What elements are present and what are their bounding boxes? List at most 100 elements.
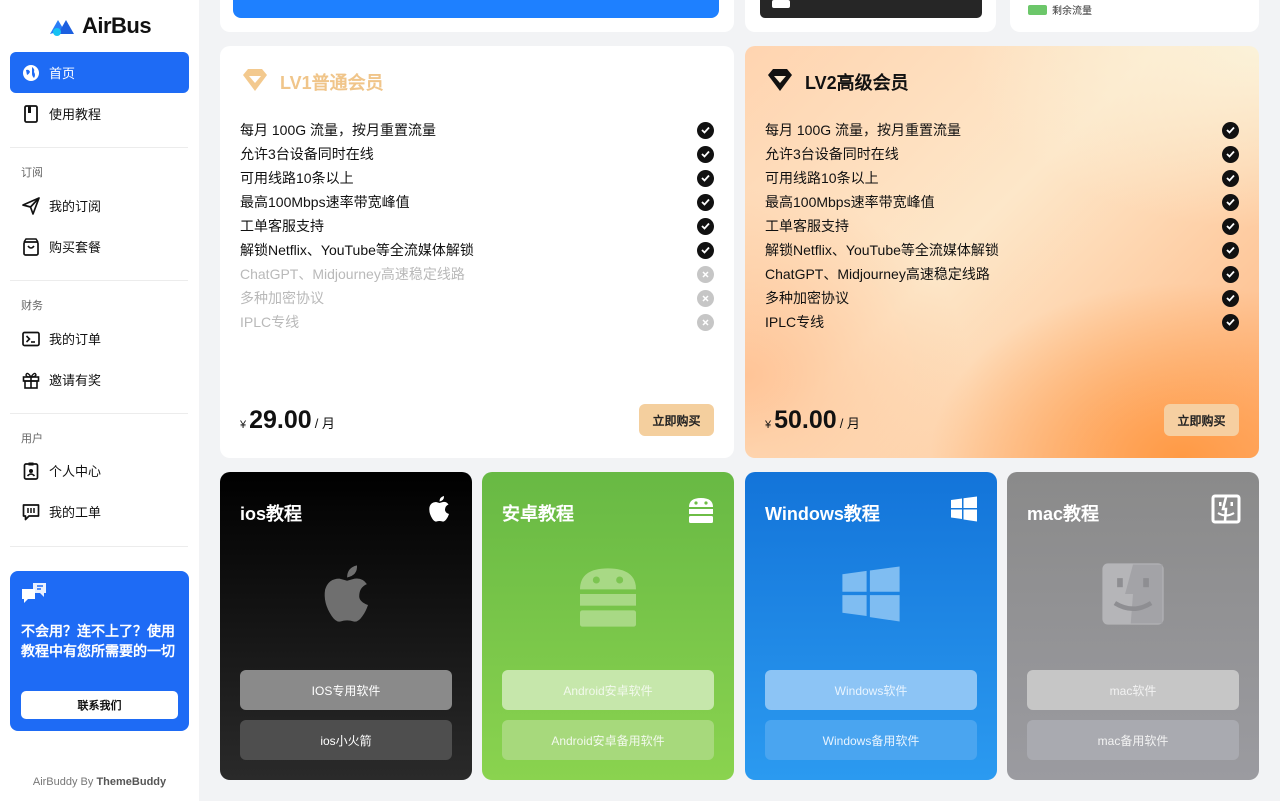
sidebar-item-label: 我的订阅 <box>49 199 102 214</box>
feature-item: 可用线路10条以上 <box>240 166 714 190</box>
price: ¥ 29.00 / 月 <box>240 406 335 435</box>
check-icon <box>1222 289 1239 307</box>
check-icon <box>697 169 714 187</box>
sidebar-item-profile[interactable]: 个人中心 <box>10 450 189 491</box>
tutorial-card-ios[interactable]: ios教程 IOS专用软件 ios小火箭 <box>220 472 472 780</box>
divider <box>10 546 188 547</box>
tutorial-card-mac[interactable]: mac教程 mac软件 mac备用软件 <box>1007 472 1259 780</box>
feature-item: 最高100Mbps速率带宽峰值 <box>765 190 1239 214</box>
logo[interactable]: AirBus <box>0 0 199 52</box>
sidebar-item-buy-plan[interactable]: 购买套餐 <box>10 226 189 267</box>
check-icon <box>1222 169 1239 187</box>
android-backup-software-button[interactable]: Android安卓备用软件 <box>502 720 714 760</box>
feature-text: IPLC专线 <box>240 314 300 330</box>
feature-text: 允许3台设备同时在线 <box>240 146 374 162</box>
top-action-button[interactable] <box>233 0 719 18</box>
sidebar-item-label: 个人中心 <box>49 464 102 479</box>
traffic-legend: 剩余流量 <box>1028 2 1092 17</box>
feature-text: ChatGPT、Midjourney高速稳定线路 <box>240 266 465 282</box>
feature-text: 多种加密协议 <box>765 290 849 306</box>
sidebar: AirBus 首页 使用教程 订阅 我的订阅 购买套餐 财务 我的订单 邀请有奖… <box>0 0 199 801</box>
check-icon <box>1222 193 1239 211</box>
tutorial-title: Windows教程 <box>765 504 880 524</box>
cross-icon <box>697 265 714 283</box>
android-large-icon <box>573 556 643 632</box>
mac-software-button[interactable]: mac软件 <box>1027 670 1239 710</box>
sidebar-item-label: 使用教程 <box>49 107 102 122</box>
windows-software-button[interactable]: Windows软件 <box>765 670 977 710</box>
contact-us-button[interactable]: 联系我们 <box>21 691 178 719</box>
section-label-user: 用户 <box>21 433 43 445</box>
android-software-button[interactable]: Android安卓软件 <box>502 670 714 710</box>
apple-icon <box>429 496 449 522</box>
tutorial-title: mac教程 <box>1027 504 1100 524</box>
ios-rocket-button[interactable]: ios小火箭 <box>240 720 452 760</box>
apple-large-icon <box>311 556 381 632</box>
check-icon <box>1222 121 1239 139</box>
check-icon <box>697 193 714 211</box>
mac-backup-software-button[interactable]: mac备用软件 <box>1027 720 1239 760</box>
id-badge-icon <box>22 462 40 480</box>
top-dark-button[interactable] <box>760 0 982 18</box>
tutorial-card-android[interactable]: 安卓教程 Android安卓软件 Android安卓备用软件 <box>482 472 734 780</box>
send-icon <box>22 196 40 215</box>
credit-brand[interactable]: ThemeBuddy <box>96 776 166 788</box>
credit: AirBuddy By ThemeBuddy <box>0 776 199 788</box>
ticket-icon <box>22 503 40 521</box>
divider <box>10 280 188 281</box>
plan-card-lv2: LV2高级会员 每月 100G 流量，按月重置流量 允许3台设备同时在线 可用线路1… <box>745 46 1259 458</box>
feature-item: IPLC专线 <box>240 310 714 334</box>
sidebar-item-label: 购买套餐 <box>49 240 102 255</box>
tutorial-card-windows[interactable]: Windows教程 Windows软件 Windows备用软件 <box>745 472 997 780</box>
sidebar-item-label: 我的工单 <box>49 505 102 520</box>
check-icon <box>1222 265 1239 283</box>
feature-item: 多种加密协议 <box>240 286 714 310</box>
feature-text: IPLC专线 <box>765 314 825 330</box>
plan-title: LV1普通会员 <box>280 73 384 93</box>
copy-icon <box>772 0 790 8</box>
check-icon <box>1222 313 1239 331</box>
check-icon <box>1222 217 1239 235</box>
finder-large-icon <box>1098 556 1168 632</box>
feature-text: 解锁Netflix、YouTube等全流媒体解锁 <box>240 242 474 258</box>
sidebar-item-home[interactable]: 首页 <box>10 52 189 93</box>
gift-icon <box>22 371 40 389</box>
section-label-subscribe: 订阅 <box>21 167 43 179</box>
windows-backup-software-button[interactable]: Windows备用软件 <box>765 720 977 760</box>
sidebar-item-tutorial[interactable]: 使用教程 <box>10 93 189 134</box>
section-label-finance: 财务 <box>21 300 43 312</box>
currency: ¥ <box>240 418 247 431</box>
check-icon <box>697 241 714 259</box>
feature-text: 最高100Mbps速率带宽峰值 <box>765 194 935 210</box>
feature-text: 工单客服支持 <box>765 218 849 234</box>
sidebar-item-label: 首页 <box>49 66 76 81</box>
sidebar-item-tickets[interactable]: 我的工单 <box>10 491 189 532</box>
receipt-icon <box>22 330 40 348</box>
feature-item: 解锁Netflix、YouTube等全流媒体解锁 <box>765 238 1239 262</box>
buy-now-button[interactable]: 立即购买 <box>639 404 714 436</box>
feature-item: 允许3台设备同时在线 <box>240 142 714 166</box>
feature-text: 最高100Mbps速率带宽峰值 <box>240 194 410 210</box>
plan-title: LV2高级会员 <box>805 73 909 93</box>
sidebar-item-my-orders[interactable]: 我的订单 <box>10 318 189 359</box>
buy-now-button[interactable]: 立即购买 <box>1164 404 1239 436</box>
feature-item: 每月 100G 流量，按月重置流量 <box>240 118 714 142</box>
feature-text: 每月 100G 流量，按月重置流量 <box>240 122 437 138</box>
sidebar-item-my-subscription[interactable]: 我的订阅 <box>10 185 189 226</box>
globe-icon <box>22 64 40 82</box>
ios-software-button[interactable]: IOS专用软件 <box>240 670 452 710</box>
plan-card-lv1: LV1普通会员 每月 100G 流量，按月重置流量 允许3台设备同时在线可用线路1… <box>220 46 734 458</box>
sidebar-item-invite[interactable]: 邀请有奖 <box>10 359 189 400</box>
help-text: 不会用？连不上了？使用教程中有您所需要的一切 <box>21 623 175 659</box>
price-period: / 月 <box>839 415 860 431</box>
feature-text: 每月 100G 流量，按月重置流量 <box>765 122 962 138</box>
windows-large-icon <box>836 556 906 632</box>
shopping-bag-icon <box>22 237 40 256</box>
feature-item: ChatGPT、Midjourney高速稳定线路 <box>240 262 714 286</box>
feature-text: 允许3台设备同时在线 <box>765 146 899 162</box>
check-icon <box>1222 241 1239 259</box>
legend-swatch <box>1028 4 1047 15</box>
feature-text: 可用线路10条以上 <box>765 170 879 186</box>
feature-text: 工单客服支持 <box>240 218 324 234</box>
diamond-icon <box>765 67 795 98</box>
